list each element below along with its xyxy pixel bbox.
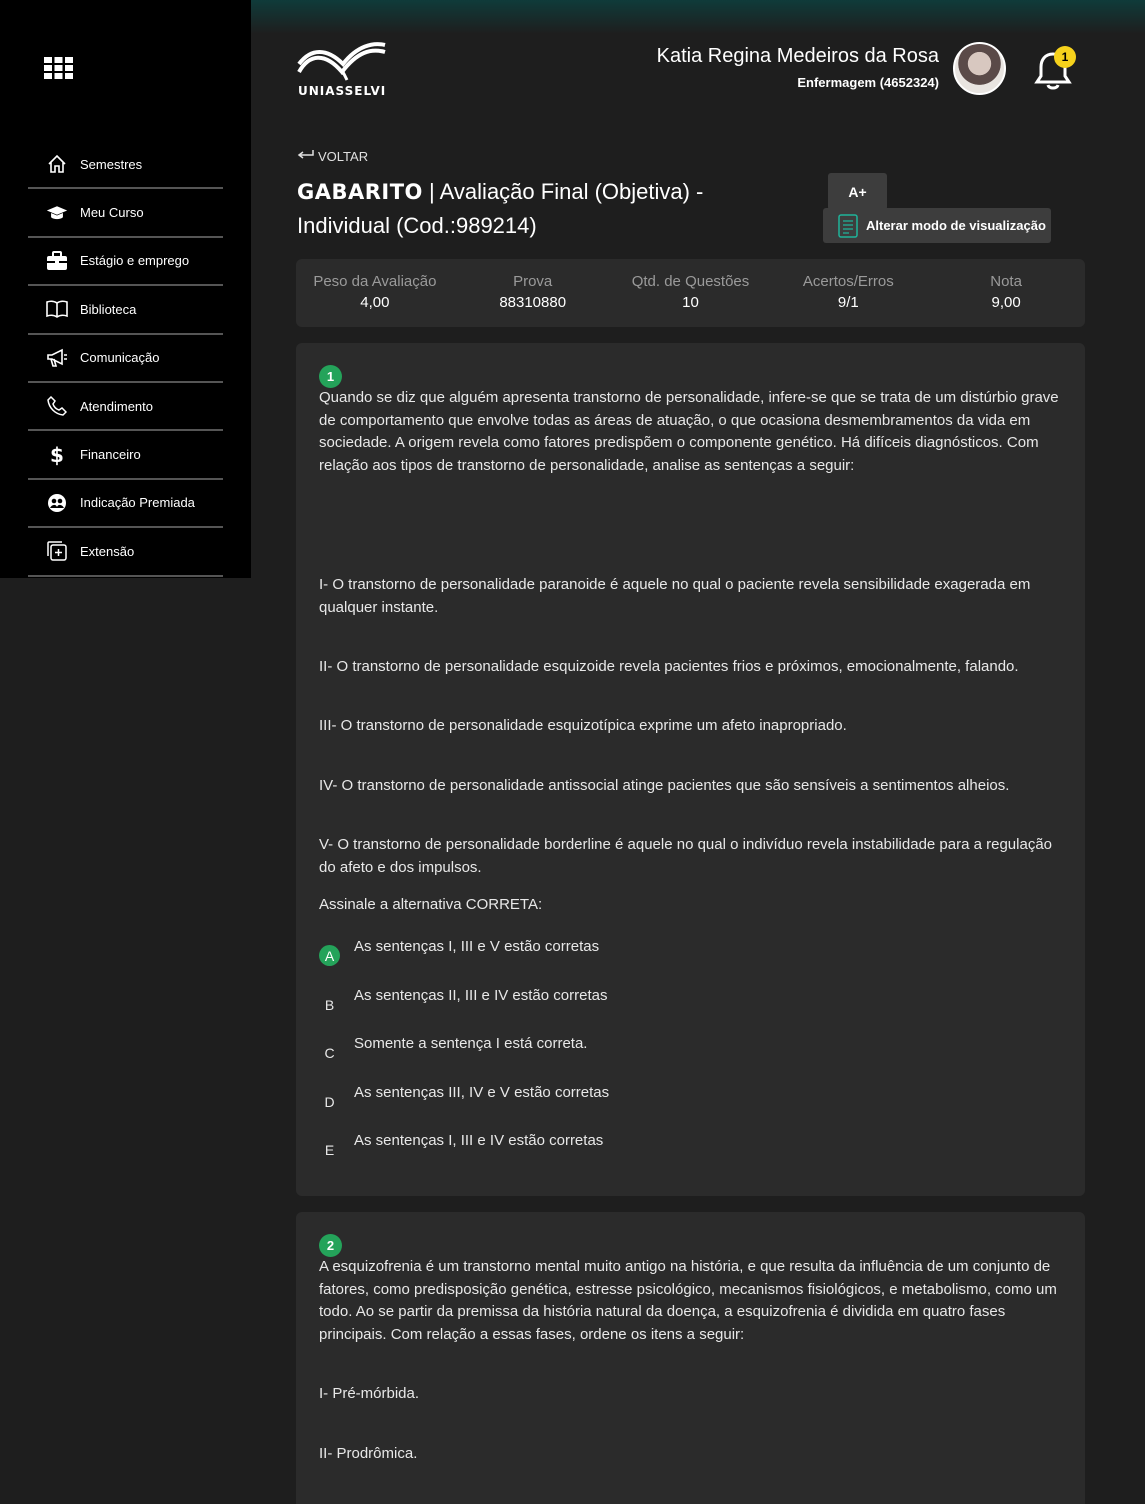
sidebar-item-semestres[interactable]: Semestres <box>28 141 223 190</box>
megaphone-icon <box>46 347 68 369</box>
top-gradient-bar <box>251 0 1145 34</box>
user-course: Enfermagem (4652324) <box>797 75 939 90</box>
sidebar-item-label: Atendimento <box>80 398 153 414</box>
sidebar-item-extensao[interactable]: Extensão <box>28 528 223 577</box>
notification-badge: 1 <box>1054 46 1076 68</box>
return-arrow-icon <box>297 149 315 164</box>
sidebar-item-label: Comunicação <box>80 350 160 366</box>
graduation-cap-icon <box>46 202 68 224</box>
option-text: As sentenças I, III e IV estão corretas <box>354 1132 604 1149</box>
answer-option[interactable]: B As sentenças II, III e IV estão corret… <box>319 987 608 1015</box>
summary-value: 9/1 <box>837 294 859 311</box>
answer-option[interactable]: C Somente a sentença I está correta. <box>319 1035 587 1063</box>
sidebar-item-label: Semestres <box>80 156 143 172</box>
briefcase-icon <box>46 250 68 272</box>
user-name: Katia Regina Medeiros da Rosa <box>656 45 939 67</box>
answer-option[interactable]: E As sentenças I, III e IV estão correta… <box>319 1132 603 1160</box>
sidebar-item-label: Meu Curso <box>80 205 144 221</box>
back-label: VOLTAR <box>318 149 369 164</box>
question-prompt: Assinale a alternativa CORRETA: <box>319 896 543 913</box>
summary-exam: Prova 88310880 <box>454 259 612 327</box>
option-text: As sentenças I, III e V estão corretas <box>354 938 600 955</box>
summary-value: 88310880 <box>499 294 567 311</box>
option-letter-correct: A <box>319 945 340 966</box>
option-letter: B <box>324 996 335 1013</box>
extension-icon <box>46 540 68 562</box>
document-view-icon <box>838 213 858 238</box>
summary-value: 9,00 <box>991 294 1021 311</box>
page-title-bold: GABARITO <box>297 180 423 204</box>
evaluation-summary: Peso da Avaliação 4,00 Prova 88310880 Qt… <box>296 259 1085 327</box>
sidebar-item-comunicacao[interactable]: Comunicação <box>28 335 223 383</box>
summary-hits-misses: Acertos/Erros 9/1 <box>769 259 927 327</box>
summary-value: 4,00 <box>360 294 390 311</box>
summary-label: Acertos/Erros <box>802 273 894 290</box>
option-letter: C <box>324 1044 335 1061</box>
change-view-mode-button[interactable]: Alterar modo de visualização <box>823 208 1051 243</box>
logo-text: UNIASSELVI <box>298 84 387 98</box>
summary-label: Qtd. de Questões <box>631 273 750 290</box>
question-card: 2 A esquizofrenia é um transtorno mental… <box>296 1212 1085 1504</box>
sidebar-item-indicacao[interactable]: Indicação Premiada <box>28 480 223 529</box>
summary-grade: Nota 9,00 <box>927 259 1085 327</box>
sidebar-item-atendimento[interactable]: Atendimento <box>28 383 223 432</box>
question-sentence: II- O transtorno de personalidade esquiz… <box>319 658 1019 675</box>
question-number: 1 <box>319 365 342 388</box>
sidebar-item-biblioteca[interactable]: Biblioteca <box>28 286 223 335</box>
people-icon <box>46 492 68 514</box>
home-icon <box>46 153 68 175</box>
summary-label: Prova <box>513 273 553 290</box>
uniasselvi-logo[interactable] <box>297 42 387 87</box>
option-text: As sentenças II, III e IV estão corretas <box>354 987 608 1004</box>
summary-questions: Qtd. de Questões 10 <box>612 259 770 327</box>
sidebar-item-label: Financeiro <box>80 447 141 463</box>
question-text: Quando se diz que alguém apresenta trans… <box>319 389 1059 474</box>
phone-icon <box>46 395 68 417</box>
summary-value: 10 <box>682 294 699 311</box>
question-sentence: II- Prodrômica. <box>319 1445 418 1462</box>
back-link[interactable]: VOLTAR <box>297 149 368 164</box>
sidebar-item-label: Extensão <box>80 543 135 559</box>
question-sentence: I- O transtorno de personalidade paranoi… <box>319 576 1031 616</box>
page-title: GABARITO | Avaliação Final (Objetiva) - … <box>297 175 797 242</box>
question-card: 1 Quando se diz que alguém apresenta tra… <box>296 343 1085 1196</box>
avatar[interactable] <box>953 42 1006 95</box>
summary-label: Nota <box>990 273 1022 290</box>
svg-text:$: $ <box>50 444 64 466</box>
question-text: A esquizofrenia é um transtorno mental m… <box>319 1258 1057 1343</box>
apps-grid-icon[interactable] <box>44 57 73 84</box>
summary-weight: Peso da Avaliação 4,00 <box>296 259 454 327</box>
answer-option[interactable]: A As sentenças I, III e V estão corretas <box>319 938 599 966</box>
option-letter: D <box>324 1093 335 1110</box>
sidebar-item-label: Estágio e emprego <box>80 253 190 269</box>
option-text: Somente a sentença I está correta. <box>354 1035 588 1052</box>
sidebar: Semestres Meu Curso Estágio e emprego Bi… <box>0 0 251 578</box>
question-sentence: III- O transtorno de personalidade esqui… <box>319 717 847 734</box>
view-button-label: Alterar modo de visualização <box>866 218 1046 233</box>
sidebar-item-label: Indicação Premiada <box>80 495 195 511</box>
option-letter: E <box>324 1141 335 1158</box>
sidebar-item-meu-curso[interactable]: Meu Curso <box>28 189 223 238</box>
sidebar-item-estagio[interactable]: Estágio e emprego <box>28 238 223 287</box>
answer-option[interactable]: D As sentenças III, IV e V estão correta… <box>319 1084 609 1112</box>
sidebar-item-label: Biblioteca <box>80 301 137 317</box>
sidebar-item-financeiro[interactable]: $ Financeiro <box>28 431 223 480</box>
summary-label: Peso da Avaliação <box>313 273 437 290</box>
increase-font-button[interactable]: A+ <box>828 173 887 210</box>
question-number: 2 <box>319 1234 342 1257</box>
sidebar-nav: Semestres Meu Curso Estágio e emprego Bi… <box>28 141 223 577</box>
question-sentence: I- Pré-mórbida. <box>319 1385 420 1402</box>
question-sentence: V- O transtorno de personalidade borderl… <box>319 836 1053 876</box>
book-icon <box>46 298 68 320</box>
question-sentence: IV- O transtorno de personalidade antiss… <box>319 777 1010 794</box>
dollar-icon: $ <box>46 444 68 466</box>
option-text: As sentenças III, IV e V estão corretas <box>354 1084 610 1101</box>
